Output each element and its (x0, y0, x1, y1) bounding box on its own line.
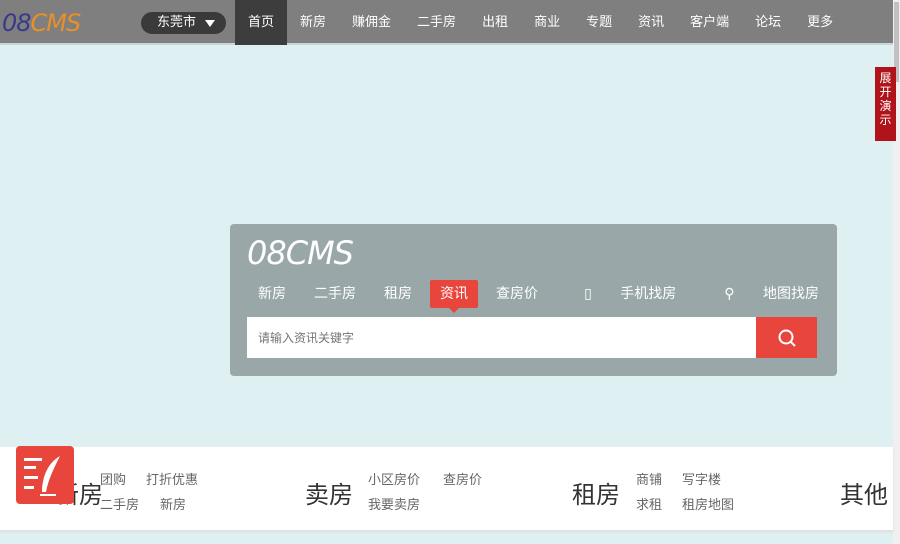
section-title: 租房 (572, 481, 620, 509)
link[interactable]: 写字楼 (682, 469, 721, 488)
map-search-link[interactable]: ⚲ 地图找房 (700, 280, 819, 308)
link[interactable]: 租房地图 (682, 494, 734, 513)
nav-item[interactable]: 首页 (235, 0, 288, 45)
mobile-search-link[interactable]: ▯ 手机找房 (560, 280, 676, 308)
phone-icon: ▯ (584, 286, 592, 302)
nav-item[interactable]: 新房 (287, 0, 339, 45)
nav-item[interactable]: 更多 (794, 0, 846, 45)
nav-item[interactable]: 出租 (469, 0, 521, 45)
caret-down-icon (205, 20, 215, 27)
link[interactable]: 商铺 (636, 469, 662, 488)
link[interactable]: 打折优惠 (146, 469, 198, 488)
search-icon (778, 329, 796, 347)
tab-second-hand[interactable]: 二手房 (304, 280, 366, 308)
link[interactable]: 我要卖房 (368, 494, 420, 513)
nav-item[interactable]: 商业 (521, 0, 573, 45)
map-pin-icon: ⚲ (724, 286, 735, 302)
link[interactable]: 小区房价 (368, 469, 420, 488)
expand-demo-tab[interactable]: 展开演示 (875, 67, 896, 141)
section-title: 卖房 (305, 481, 353, 509)
tab-rent[interactable]: 租房 (374, 280, 422, 308)
tab-new-house[interactable]: 新房 (248, 280, 296, 308)
link[interactable]: 查房价 (443, 469, 482, 488)
city-selector[interactable]: 东莞市 (141, 12, 226, 34)
nav-item[interactable]: 二手房 (404, 0, 469, 45)
category-bar: 新房 团购 打折优惠 二手房 新房 卖房 小区房价 查房价 我要卖房 租房 商铺… (0, 447, 893, 530)
search-button[interactable] (756, 317, 817, 358)
search-panel: 08CMS 新房 二手房 租房 资讯 查房价 ▯ 手机找房 ⚲ 地图找房 (230, 224, 837, 376)
nav-item[interactable]: 资讯 (625, 0, 677, 45)
link[interactable]: 求租 (636, 494, 662, 513)
search-input[interactable] (247, 317, 756, 358)
section-title: 其他 (840, 481, 888, 509)
link[interactable]: 二手房 (100, 494, 139, 513)
nav-item[interactable]: 专题 (573, 0, 625, 45)
search-logo: 08CMS (247, 234, 354, 272)
top-bar: 08CMS 东莞市 首页 新房 赚佣金 二手房 出租 商业 专题 资讯 客户端 … (0, 0, 893, 45)
main-nav: 首页 新房 赚佣金 二手房 出租 商业 专题 资讯 客户端 论坛 更多 (235, 0, 846, 45)
search-tabs: 新房 二手房 租房 资讯 查房价 (248, 280, 556, 313)
link[interactable]: 新房 (160, 494, 186, 513)
site-logo[interactable]: 08CMS (2, 9, 81, 37)
nav-item[interactable]: 赚佣金 (339, 0, 404, 45)
feedback-icon[interactable] (16, 446, 74, 504)
link[interactable]: 团购 (100, 469, 126, 488)
nav-item[interactable]: 论坛 (742, 0, 794, 45)
nav-item[interactable]: 客户端 (677, 0, 742, 45)
tab-news[interactable]: 资讯 (430, 280, 478, 313)
